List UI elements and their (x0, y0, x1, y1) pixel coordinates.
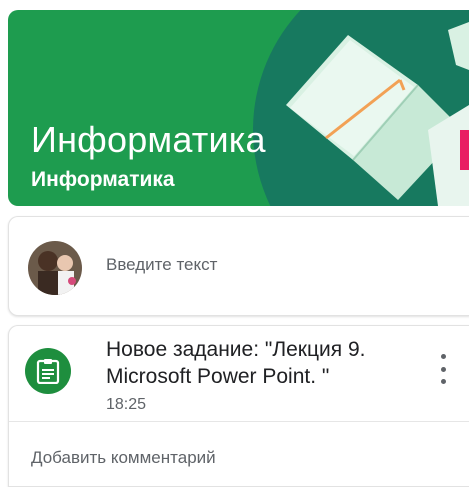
post-composer[interactable]: Введите текст (8, 216, 469, 316)
avatar (28, 241, 82, 295)
task-time: 18:25 (106, 396, 147, 413)
assignment-icon (25, 348, 71, 394)
task-title[interactable]: Новое задание: "Лекция 9. Microsoft Powe… (106, 336, 406, 390)
post-input[interactable]: Введите текст (106, 255, 217, 275)
divider (9, 421, 469, 422)
class-section: Информатика (31, 168, 175, 191)
class-title[interactable]: Информатика (31, 118, 266, 162)
add-comment-button[interactable]: Добавить комментарий (31, 448, 216, 468)
class-banner: Информатика Информатика (8, 10, 469, 206)
task-card[interactable]: Новое задание: "Лекция 9. Microsoft Powe… (8, 325, 469, 487)
more-options-icon[interactable] (433, 354, 453, 384)
